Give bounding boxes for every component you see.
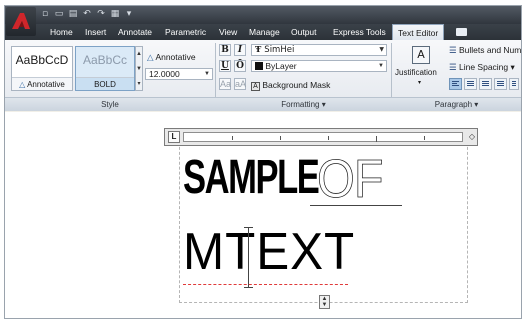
ruler-width-handle-icon[interactable]: ◇ <box>469 132 475 141</box>
chevron-down-icon: ▼ <box>204 71 210 77</box>
overline-button[interactable]: Ō <box>234 60 246 72</box>
align-left-button[interactable] <box>449 78 462 90</box>
tab-view[interactable]: View <box>219 24 237 40</box>
align-right-button[interactable] <box>479 78 492 90</box>
tab-express-tools[interactable]: Express Tools <box>333 24 386 40</box>
tab-output[interactable]: Output <box>291 24 317 40</box>
style-gallery-scroll[interactable]: ▲ ▼ ▾ <box>135 46 143 91</box>
annotative-toggle[interactable]: △ Annotative <box>147 52 196 63</box>
style-panel-title: Style <box>101 100 119 109</box>
spell-check-underline <box>183 284 348 285</box>
style-sample-text: AaBbCcD <box>15 53 69 67</box>
formatting-panel-title[interactable]: Formatting ▾ <box>216 98 391 112</box>
annotative-icon: △ <box>19 80 28 89</box>
italic-button[interactable]: I <box>234 44 246 56</box>
panel-title-bar: Style Formatting ▾ Paragraph ▾ <box>5 97 521 111</box>
line-spacing-icon: ☰ <box>449 62 459 72</box>
new-icon[interactable]: ▫ <box>39 9 51 20</box>
tab-parametric[interactable]: Parametric <box>165 24 206 40</box>
mtext-line-2[interactable]: MTEXT <box>183 222 355 282</box>
justification-label[interactable]: Justification <box>395 68 437 77</box>
style-caption: △ Annotative <box>12 77 72 90</box>
text-cursor-bottom <box>244 287 253 288</box>
ruler-tick <box>328 136 329 140</box>
text-cursor-top <box>244 227 253 228</box>
ribbon-tab-row: Home Insert Annotate Parametric View Man… <box>5 24 521 41</box>
resize-height-handle-icon[interactable]: ▲ ▼ <box>319 295 330 309</box>
ruler-tick <box>280 136 281 140</box>
text-height-value: 12.0000 <box>149 69 180 79</box>
justify-button[interactable] <box>494 78 507 90</box>
background-mask-icon: A <box>251 82 260 91</box>
style-sample-text: AaBbCc <box>82 53 128 67</box>
chevron-down-icon: ▼ <box>379 46 384 53</box>
underline-button[interactable]: U <box>219 60 231 72</box>
style-caption: BOLD <box>76 77 134 90</box>
undo-icon[interactable]: ↶ <box>81 9 93 20</box>
autocad-logo-icon <box>12 13 30 29</box>
ruler-tick <box>232 136 233 140</box>
bold-button[interactable]: B <box>219 44 231 56</box>
redo-icon[interactable]: ↷ <box>95 9 107 20</box>
line-spacing-button[interactable]: ☰ Line Spacing ▾ <box>449 62 515 73</box>
paragraph-panel-title[interactable]: Paragraph ▾ <box>392 98 521 112</box>
justification-icon[interactable]: A <box>412 46 430 64</box>
style-bold[interactable]: AaBbCc BOLD <box>75 46 135 91</box>
chevron-down-icon[interactable]: ▾ <box>418 79 421 86</box>
truetype-icon: Ŧ <box>255 45 265 55</box>
bullets-button[interactable]: ☰ Bullets and Num <box>449 45 521 56</box>
autocad-window: ▫ ▭ ▤ ↶ ↷ ▦ ▾ Home Insert Annotate Param… <box>4 5 522 319</box>
plot-icon[interactable]: ▦ <box>109 9 121 20</box>
ribbon: AaBbCcD △ Annotative AaBbCc BOLD ▲ ▼ ▾ △ A… <box>5 40 521 111</box>
quick-access-toolbar: ▫ ▭ ▤ ↶ ↷ ▦ ▾ <box>39 9 135 20</box>
tab-annotate[interactable]: Annotate <box>118 24 152 40</box>
uppercase-button[interactable]: Aa <box>219 78 231 90</box>
color-swatch <box>255 62 263 70</box>
background-mask-button[interactable]: A Background Mask <box>251 80 330 91</box>
style-annotative[interactable]: AaBbCcD △ Annotative <box>11 46 73 91</box>
title-bar: ▫ ▭ ▤ ↶ ↷ ▦ ▾ <box>5 6 521 24</box>
ruler-scale <box>183 132 463 142</box>
font-combo[interactable]: Ŧ SimHei ▼ <box>251 44 387 56</box>
drawing-canvas[interactable]: L ◇ SAMPLE OF MTEXT ▲ ▼ <box>5 112 521 318</box>
mtext-underline <box>310 205 402 206</box>
tab-manage[interactable]: Manage <box>249 24 280 40</box>
mtext-ruler[interactable]: L ◇ <box>164 128 478 146</box>
mtext-word-of[interactable]: OF <box>317 148 384 210</box>
application-menu-button[interactable] <box>6 7 36 36</box>
ruler-tick <box>424 136 425 140</box>
ruler-tick <box>376 136 377 142</box>
open-icon[interactable]: ▭ <box>53 9 65 20</box>
tab-stop-selector[interactable]: L <box>168 131 180 143</box>
ribbon-minimize-icon[interactable] <box>456 28 467 36</box>
align-center-button[interactable] <box>464 78 477 90</box>
bullets-icon: ☰ <box>449 45 459 55</box>
chevron-down-icon: ▼ <box>378 63 384 69</box>
text-cursor <box>248 227 249 287</box>
save-icon[interactable]: ▤ <box>67 9 79 20</box>
tab-text-editor[interactable]: Text Editor <box>392 24 445 41</box>
qat-dropdown-icon[interactable]: ▾ <box>123 9 135 20</box>
tab-insert[interactable]: Insert <box>85 24 106 40</box>
distribute-button[interactable] <box>509 78 519 90</box>
text-height-combo[interactable]: 12.0000 ▼ <box>145 68 213 80</box>
color-combo[interactable]: ByLayer ▼ <box>251 60 387 72</box>
tab-home[interactable]: Home <box>50 24 73 40</box>
lowercase-button[interactable]: aA <box>234 78 246 90</box>
mtext-word-sample[interactable]: SAMPLE <box>183 150 320 205</box>
